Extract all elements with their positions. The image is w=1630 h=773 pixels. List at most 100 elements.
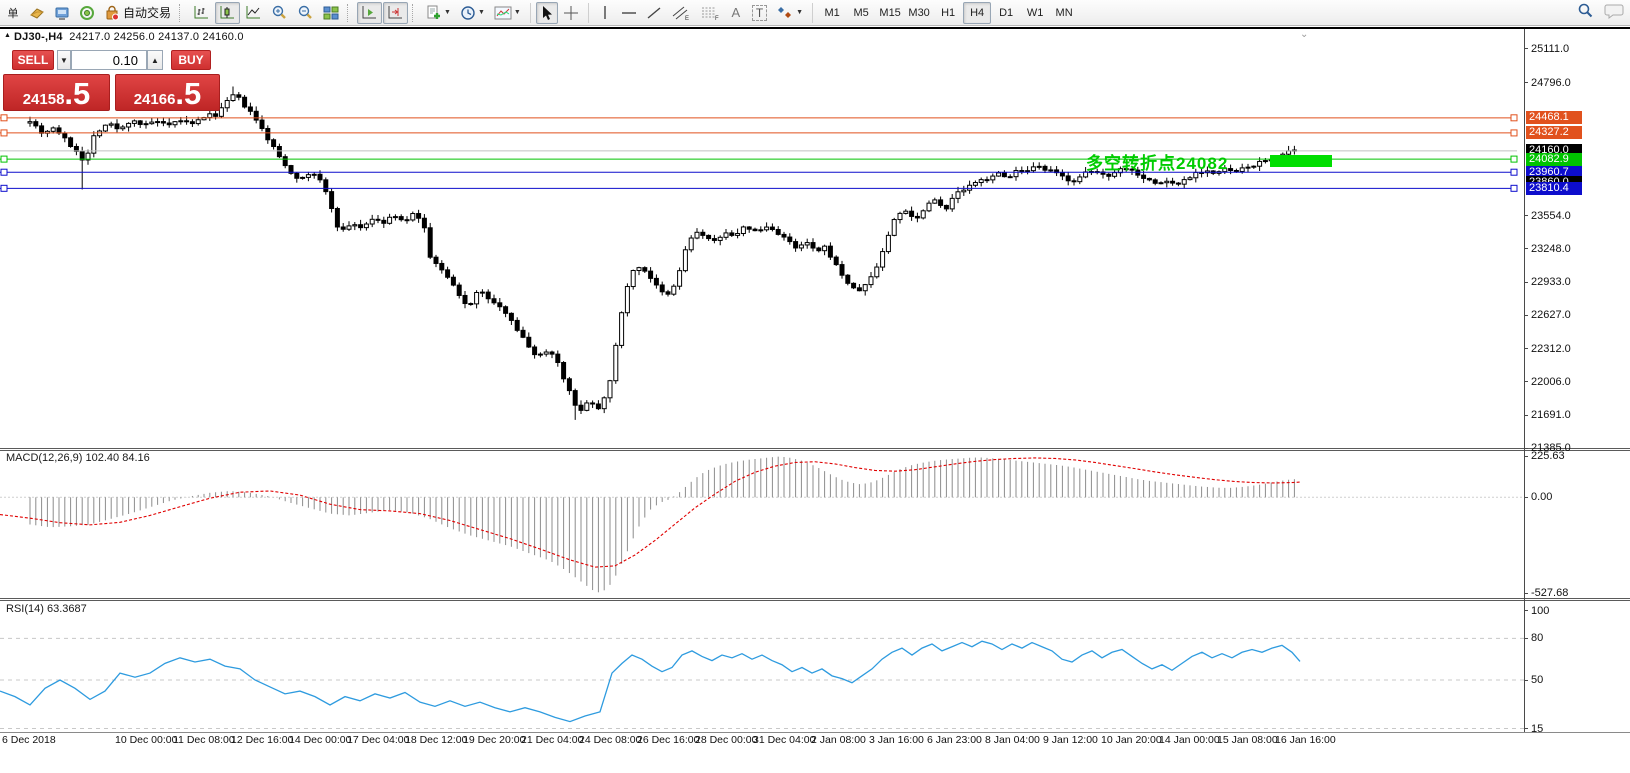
- price-tick-mark: [1524, 315, 1528, 316]
- sell-price-main: 24158: [23, 91, 65, 108]
- indicators-button[interactable]: ▼: [422, 2, 455, 24]
- buy-price-panel[interactable]: 24166 .5: [115, 74, 220, 111]
- strategy-tester-icon[interactable]: [75, 2, 99, 24]
- timeframe-M30[interactable]: M30: [905, 2, 933, 24]
- autotrading-bag-icon: [104, 5, 120, 21]
- time-axis-label: 28 Dec 00:00: [695, 734, 757, 746]
- macd-histogram: [30, 457, 1294, 593]
- label-tool[interactable]: T: [748, 2, 771, 24]
- svg-text:F: F: [715, 16, 719, 21]
- ohlc-collapse-icon[interactable]: ▲: [4, 32, 11, 39]
- sell-price-panel[interactable]: 24158 .5: [3, 74, 110, 111]
- candlestick-chart-button[interactable]: [215, 2, 240, 24]
- buy-button[interactable]: BUY: [171, 50, 211, 70]
- time-axis-label: 8 Jan 04:00: [985, 734, 1040, 746]
- price-tick-mark: [1524, 381, 1528, 382]
- template-icon: [494, 6, 512, 20]
- price-chart-pane[interactable]: [0, 29, 1524, 448]
- new-order-label: 单: [8, 5, 19, 21]
- time-axis-label: 9 Jan 12:00: [1043, 734, 1098, 746]
- main-toolbar: 单 自动交易: [0, 0, 1630, 26]
- macd-tick-mark: [1524, 456, 1528, 457]
- autotrading-button[interactable]: 自动交易: [100, 2, 175, 24]
- scroll-to-end-icon[interactable]: ⌄: [1300, 29, 1308, 40]
- indicators-icon: [426, 5, 442, 21]
- channel-tool[interactable]: E: [667, 2, 695, 24]
- cursor-tool-button[interactable]: [536, 2, 558, 24]
- search-icon[interactable]: [1577, 2, 1594, 19]
- macd-signal-line: [0, 458, 1300, 567]
- rsi-tick-mark: [1524, 610, 1528, 611]
- toolbar-grip: [412, 4, 418, 22]
- chat-icon[interactable]: [1604, 3, 1624, 19]
- timeframe-MN[interactable]: MN: [1050, 2, 1078, 24]
- bar-chart-icon: [193, 5, 210, 20]
- crosshair-icon: [563, 5, 579, 21]
- ohlc-open: 24217.0: [69, 31, 110, 43]
- cursor-icon: [540, 5, 554, 21]
- line-chart-button[interactable]: [241, 2, 266, 24]
- price-tick-label: 23248.0: [1531, 243, 1571, 255]
- price-tick-mark: [1524, 248, 1528, 249]
- spin-down-icon: ▼: [60, 56, 68, 65]
- timeframe-H4[interactable]: H4: [963, 2, 991, 24]
- time-axis-label: 14 Dec 00:00: [289, 734, 351, 746]
- price-tick-mark: [1524, 348, 1528, 349]
- mt4-window: 单 自动交易: [0, 0, 1630, 773]
- trendline-tool[interactable]: [642, 2, 666, 24]
- tile-windows-button[interactable]: [319, 2, 343, 24]
- crosshair-tool-button[interactable]: [559, 2, 583, 24]
- timeframe-M15[interactable]: M15: [876, 2, 904, 24]
- price-tick-mark: [1524, 215, 1528, 216]
- candlestick-chart-icon: [219, 5, 236, 20]
- timeframe-H1[interactable]: H1: [934, 2, 962, 24]
- time-axis-label: 19 Dec 20:00: [463, 734, 525, 746]
- macd-tick-label: 0.00: [1531, 491, 1552, 503]
- rsi-value: 63.3687: [47, 603, 87, 615]
- new-order-button[interactable]: 单: [2, 2, 24, 24]
- templates-button[interactable]: ▼: [490, 2, 525, 24]
- time-axis-label: 18 Dec 12:00: [405, 734, 467, 746]
- vertical-line-tool[interactable]: [594, 2, 616, 24]
- line-chart-icon: [245, 5, 262, 20]
- sell-button[interactable]: SELL: [12, 50, 54, 70]
- rsi-tick-mark: [1524, 680, 1528, 681]
- time-axis-label: 10 Dec 00:00: [115, 734, 177, 746]
- zoom-out-button[interactable]: [293, 2, 318, 24]
- timeframe-D1[interactable]: D1: [992, 2, 1020, 24]
- macd-main-value: 102.40: [85, 452, 119, 464]
- buy-price-main: 24166: [134, 91, 176, 108]
- data-window-icon[interactable]: [50, 2, 74, 24]
- timeframe-M5[interactable]: M5: [847, 2, 875, 24]
- macd-pane[interactable]: [0, 451, 1524, 598]
- rsi-pane[interactable]: [0, 601, 1524, 732]
- arrows-tool[interactable]: ▼: [772, 2, 807, 24]
- pivot-annotation-text[interactable]: 多空转折点24082: [1086, 149, 1228, 174]
- horizontal-line-tool[interactable]: [617, 2, 641, 24]
- volume-decrement-button[interactable]: ▼: [57, 50, 71, 70]
- zoom-in-button[interactable]: [267, 2, 292, 24]
- text-tool[interactable]: A: [725, 2, 747, 24]
- fibonacci-tool[interactable]: F: [696, 2, 724, 24]
- timeframe-M1[interactable]: M1: [818, 2, 846, 24]
- volume-increment-button[interactable]: ▲: [147, 50, 163, 70]
- toolbar-grip: [347, 4, 353, 22]
- auto-scroll-button[interactable]: [357, 2, 382, 24]
- toolbar-grip: [179, 4, 185, 22]
- bar-chart-button[interactable]: [189, 2, 214, 24]
- pivot-annotation-box[interactable]: [1270, 155, 1332, 167]
- timeframe-W1[interactable]: W1: [1021, 2, 1049, 24]
- time-axis-label: 16 Jan 16:00: [1275, 734, 1336, 746]
- spin-up-icon: ▲: [151, 56, 159, 65]
- market-watch-icon[interactable]: [25, 2, 49, 24]
- periods-button[interactable]: ▼: [456, 2, 489, 24]
- zoom-out-icon: [297, 4, 314, 21]
- rsi-tick-label: 100: [1531, 605, 1549, 617]
- chart-shift-button[interactable]: [383, 2, 408, 24]
- price-tick-label: 22312.0: [1531, 343, 1571, 355]
- time-axis-label: 31 Dec 04:00: [753, 734, 815, 746]
- time-axis-label: 3 Jan 16:00: [869, 734, 924, 746]
- ohlc-close: 24160.0: [203, 31, 244, 43]
- volume-input[interactable]: 0.10: [71, 50, 147, 70]
- price-level-label: 24468.1: [1526, 111, 1582, 124]
